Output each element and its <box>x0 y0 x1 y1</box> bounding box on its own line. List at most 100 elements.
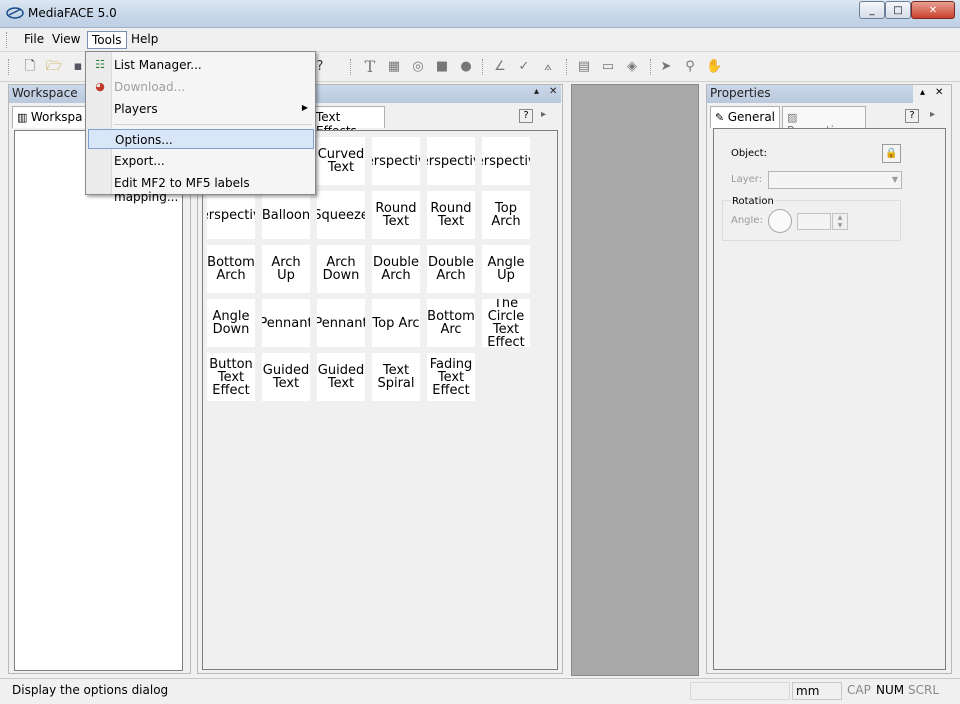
angle-label: Angle: <box>731 215 763 226</box>
effect-tile[interactable]: Perspective <box>482 137 530 185</box>
text-tool-icon[interactable]: T <box>362 59 378 75</box>
menu-tools[interactable]: Tools <box>87 31 127 49</box>
properties-help-icon[interactable]: ? <box>905 109 919 123</box>
effect-tile-label: Double Arch <box>427 255 475 283</box>
menu-item-players[interactable]: Players ▶ <box>88 99 314 119</box>
workspace-tree[interactable] <box>14 130 183 671</box>
menubar-grip[interactable] <box>6 32 9 48</box>
properties-pin-icon[interactable]: ▴ <box>920 87 925 98</box>
effect-tile[interactable]: Double Arch <box>372 245 420 293</box>
effect-tile[interactable]: Squeeze <box>317 191 365 239</box>
menu-help[interactable]: Help <box>127 31 162 49</box>
effect-tile[interactable]: Arch Up <box>262 245 310 293</box>
menu-item-list-manager[interactable]: ☷ List Manager... <box>88 55 314 75</box>
menu-item-options[interactable]: Options... <box>88 129 314 149</box>
effect-tile-label: Angle Down <box>212 309 250 337</box>
effects-close-icon[interactable]: ✕ <box>549 86 557 97</box>
layer-select[interactable]: ▼ <box>768 171 902 189</box>
minimize-button[interactable]: _ <box>859 1 885 19</box>
effect-tile[interactable]: Perspective <box>427 137 475 185</box>
tab-workspace[interactable]: ▥ Workspa <box>12 106 88 128</box>
status-scrl: SCRL <box>908 683 940 697</box>
effect-tile-label: Pennant <box>262 315 310 331</box>
zoom-tool-icon[interactable]: ⚲ <box>682 59 698 75</box>
ellipse-tool-icon[interactable]: ● <box>458 59 474 75</box>
effect-tile[interactable]: Angle Up <box>482 245 530 293</box>
menu-item-edit-mapping[interactable]: Edit MF2 to MF5 labels mapping... <box>88 173 314 204</box>
effect-tile[interactable]: Double Arch <box>427 245 475 293</box>
image-tool-icon[interactable]: ▦ <box>386 59 402 75</box>
title-bar: MediaFACE 5.0 _ □ ✕ <box>0 0 960 28</box>
toolbar-separator-3 <box>566 59 569 75</box>
effect-tile[interactable]: Arch Down <box>317 245 365 293</box>
spin-up-icon: ▲ <box>837 214 843 221</box>
effect-tile[interactable]: Perspective <box>372 137 420 185</box>
close-button[interactable]: ✕ <box>911 1 955 19</box>
menu-item-export[interactable]: Export... <box>88 151 314 171</box>
effects-icon[interactable]: ◈ <box>624 59 640 75</box>
effect-tile[interactable]: Curved Text <box>317 137 365 185</box>
effect-tile-label: Round Text <box>430 201 472 229</box>
toolbar-grip[interactable] <box>8 59 11 75</box>
disc-tool-icon[interactable]: ◎ <box>410 59 426 75</box>
save-icon[interactable]: ▪ <box>70 59 86 75</box>
design-canvas[interactable] <box>571 84 699 676</box>
submenu-arrow-icon: ▶ <box>301 103 308 112</box>
effect-tile[interactable]: Balloon <box>262 191 310 239</box>
rotation-dial[interactable] <box>768 209 792 233</box>
tools-menu: ☷ List Manager... ◕ Download... Players … <box>85 51 316 204</box>
angle-input[interactable] <box>797 213 831 230</box>
tab-general[interactable]: ✎ General <box>710 106 780 128</box>
menu-bar: File View Tools Help <box>0 28 960 52</box>
lock-button[interactable]: 🔒 <box>882 144 901 163</box>
effect-tile[interactable]: Pennant <box>317 299 365 347</box>
effect-tile[interactable]: Perspective <box>207 191 255 239</box>
effect-tile[interactable]: Fading Text Effect <box>427 353 475 401</box>
line-tool-icon[interactable]: ∠ <box>492 59 508 75</box>
open-folder-icon[interactable]: 🗁 <box>46 59 62 75</box>
menu-view[interactable]: View <box>48 31 84 49</box>
polyline-tool-icon[interactable]: ⟑ <box>540 59 556 75</box>
status-blank <box>690 682 790 700</box>
effect-tile[interactable]: Angle Down <box>207 299 255 347</box>
effect-tile-label: Perspective <box>207 207 255 223</box>
effect-tile-label: Arch Down <box>322 255 360 283</box>
effect-tile[interactable]: Pennant <box>262 299 310 347</box>
pointer-tool-icon[interactable]: ➤ <box>658 59 674 75</box>
pin-icon[interactable]: ▴ <box>534 86 539 97</box>
tab-text-effects[interactable]: Text Effects <box>311 106 385 138</box>
effect-tile-label: Bottom Arch <box>207 255 255 283</box>
effect-tile[interactable]: Round Text <box>372 191 420 239</box>
effect-tile[interactable]: Guided Text <box>317 353 365 401</box>
tab-properties[interactable]: ▨ Properties <box>782 106 866 138</box>
pen-tool-icon[interactable]: ✓ <box>516 59 532 75</box>
effect-tile-label: Perspective <box>372 153 420 169</box>
effect-tile[interactable]: Top Arc <box>372 299 420 347</box>
hand-tool-icon[interactable]: ✋ <box>706 59 722 75</box>
angle-spinner[interactable]: ▲ ▼ <box>832 213 848 230</box>
properties-close-icon[interactable]: ✕ <box>935 87 943 98</box>
effect-tile[interactable]: Bottom Arch <box>207 245 255 293</box>
effect-tile[interactable]: Guided Text <box>262 353 310 401</box>
download-label: Download... <box>114 80 186 94</box>
effect-tile[interactable]: The Circle Text Effect <box>482 299 530 347</box>
tab-scroll-right-icon[interactable]: ▸ <box>541 109 546 120</box>
workspace-tab-label: Workspa <box>30 110 83 124</box>
effect-tile[interactable]: Button Text Effect <box>207 353 255 401</box>
photo-icon[interactable]: ▭ <box>600 59 616 75</box>
print-icon[interactable]: ▤ <box>576 59 592 75</box>
menu-file[interactable]: File <box>20 31 48 49</box>
rectangle-tool-icon[interactable]: ■ <box>434 59 450 75</box>
effect-tile-label: Top Arc <box>372 315 420 331</box>
new-file-icon[interactable]: 🗋 <box>22 59 38 75</box>
effects-help-icon[interactable]: ? <box>519 109 533 123</box>
effect-tile-label: Pennant <box>317 315 365 331</box>
effect-tile[interactable]: Text Spiral <box>372 353 420 401</box>
effect-tile[interactable]: Bottom Arc <box>427 299 475 347</box>
maximize-button[interactable]: □ <box>885 1 911 19</box>
effect-tile-label: Balloon <box>262 207 310 223</box>
effect-tile[interactable]: Top Arch <box>482 191 530 239</box>
effect-tile-label: Angle Up <box>487 255 525 283</box>
effect-tile[interactable]: Round Text <box>427 191 475 239</box>
properties-tab-scroll-icon[interactable]: ▸ <box>930 109 935 120</box>
